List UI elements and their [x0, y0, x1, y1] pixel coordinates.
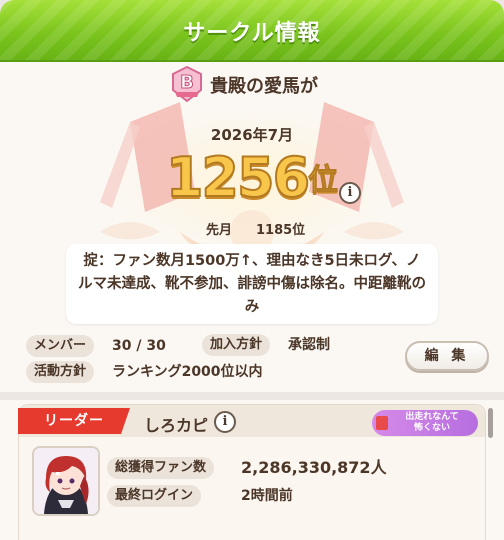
character-portrait-icon: [34, 448, 98, 514]
total-fans-label: 総獲得ファン数: [107, 457, 215, 479]
ranking-unit: 位: [308, 163, 339, 199]
panel-title: サークル情報: [183, 21, 321, 46]
circle-rank-b-icon: B: [172, 66, 202, 102]
members-label: メンバー: [26, 335, 95, 357]
join-policy-value: 承認制: [288, 337, 330, 353]
last-login-value: 2時間前: [241, 488, 293, 504]
ranking-display: 1256位: [0, 145, 504, 210]
edit-button[interactable]: 編 集: [405, 341, 489, 371]
total-fans-value: 2,286,330,872人: [241, 458, 387, 477]
status-flag-icon: [376, 416, 388, 430]
members-value: 30 / 30: [112, 338, 166, 354]
status-line-2: 怖くない: [413, 423, 450, 433]
circle-rules-text: 掟：ファン数月1500万↑、理由なき5日未ログ、ノルマ未達成、靴不参加、誹謗中傷…: [78, 253, 426, 315]
ranking-info-icon[interactable]: i: [339, 182, 361, 204]
circle-name: 貴殿の愛馬が: [210, 76, 318, 97]
scrollbar-thumb[interactable]: [488, 408, 493, 438]
leader-avatar[interactable]: [32, 446, 100, 516]
leader-info-icon[interactable]: i: [214, 411, 236, 433]
leader-name: しろカピ: [144, 416, 209, 435]
last-month-value: 1185位: [256, 223, 306, 238]
activity-policy-label: 活動方針: [26, 361, 95, 383]
join-policy-label: 加入方針: [202, 334, 271, 356]
leader-ribbon: リーダー: [18, 408, 130, 434]
circle-rules-box: 掟：ファン数月1500万↑、理由なき5日未ログ、ノルマ未達成、靴不参加、誹謗中傷…: [66, 244, 438, 324]
panel-header: サークル情報: [0, 0, 504, 62]
section-divider: [0, 392, 504, 400]
rank-letter: B: [180, 72, 194, 93]
last-month-label: 先月: [206, 223, 233, 238]
activity-policy-value: ランキング2000位以内: [112, 364, 263, 380]
ranking-number: 1256: [165, 145, 311, 210]
status-line-1: 出走れなんて: [405, 412, 459, 422]
last-login-label: 最終ログイン: [107, 485, 202, 507]
circle-info-panel: サークル情報 B 貴殿の愛馬が 2026年7月 1256位 i 先月 1185位: [0, 0, 504, 540]
ranking-month: 2026年7月: [210, 126, 294, 144]
